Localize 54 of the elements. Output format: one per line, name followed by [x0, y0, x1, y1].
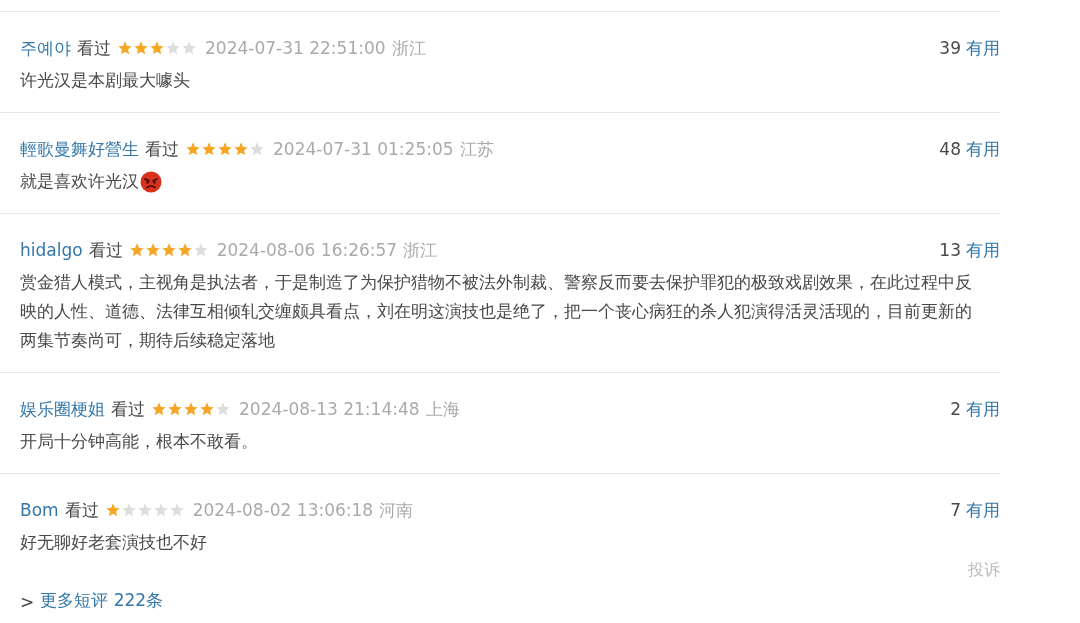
filled-star-icon [128, 242, 145, 258]
filled-star-icon [133, 40, 149, 56]
comment-location: 江苏 [459, 137, 494, 161]
comment-time: 2024-07-31 01:25:05 [273, 139, 454, 159]
useful-link[interactable]: 有用 [966, 397, 1000, 421]
useful-link[interactable]: 有用 [966, 498, 1000, 522]
username-link[interactable]: hidalgo [20, 240, 83, 260]
filled-star-icon [176, 242, 193, 258]
filled-star-icon [185, 141, 201, 157]
vote-count: 7 [950, 500, 961, 520]
more-arrow: > [20, 592, 35, 612]
comment-text: 赏金猎人模式，主视角是执法者，于是制造了为保护猎物不被法外制裁、警察反而要去保护罪犯的极致戏剧效果，在此过程中反映的人性、道德、法律互相倾轧交缠颇具看点，刘在明这演技也是绝了，把一个丧心病狂的杀人犯演得活灵活现的，目前更新的两集节奏尚可，期待后续稳定落地 [20, 271, 973, 352]
filled-star-icon [117, 40, 133, 56]
watch-status: 看过 [77, 36, 111, 60]
watch-status: 看过 [111, 397, 145, 421]
comment-time: 2024-08-13 21:14:48 [239, 399, 420, 419]
comment-location: 浙江 [391, 36, 426, 60]
filled-star-icon [151, 401, 167, 417]
filled-star-icon [144, 242, 161, 258]
watch-status: 看过 [64, 498, 99, 522]
comment-time: 2024-08-02 13:06:18 [192, 500, 374, 520]
filled-star-icon [199, 401, 215, 417]
filled-star-icon [149, 40, 165, 56]
watch-status: 看过 [88, 238, 123, 262]
useful-link[interactable]: 有用 [966, 36, 1000, 60]
comment-text: 就是喜欢许光汉 [20, 170, 139, 193]
comment-text: 好无聊好老套演技也不好 [20, 531, 207, 554]
vote-count: 13 [939, 240, 961, 260]
comment-time: 2024-07-31 22:51:00 [205, 38, 386, 58]
filled-star-icon [167, 401, 183, 417]
vote-count: 48 [939, 139, 961, 159]
useful-link[interactable]: 有用 [966, 238, 1000, 262]
username-link[interactable]: 주예야 [20, 36, 71, 60]
vote-count: 39 [939, 38, 961, 58]
filled-star-icon [201, 141, 217, 157]
watch-status: 看过 [145, 137, 179, 161]
comment-time: 2024-08-06 16:26:57 [216, 240, 398, 260]
filled-star-icon [217, 141, 233, 157]
filled-star-icon [183, 401, 199, 417]
comment-location: 浙江 [403, 238, 438, 262]
comment-text: 开局十分钟高能，根本不敢看。 [20, 430, 258, 453]
more-comments-link[interactable]: 更多短评 222条 [40, 589, 164, 612]
username-link[interactable]: 輕歌曼舞好營生 [20, 137, 139, 161]
angry-face-icon [140, 170, 162, 193]
filled-star-icon [104, 502, 121, 518]
filled-star-icon [160, 242, 177, 258]
username-link[interactable]: Bom [20, 500, 59, 520]
comment-location: 上海 [425, 397, 460, 421]
comment-location: 河南 [379, 498, 414, 522]
comment-text: 许光汉是本剧最大噱头 [20, 69, 190, 92]
filled-star-icon [233, 141, 249, 157]
username-link[interactable]: 娱乐圈梗姐 [20, 397, 105, 421]
useful-link[interactable]: 有用 [966, 137, 1000, 161]
vote-count: 2 [950, 399, 961, 419]
